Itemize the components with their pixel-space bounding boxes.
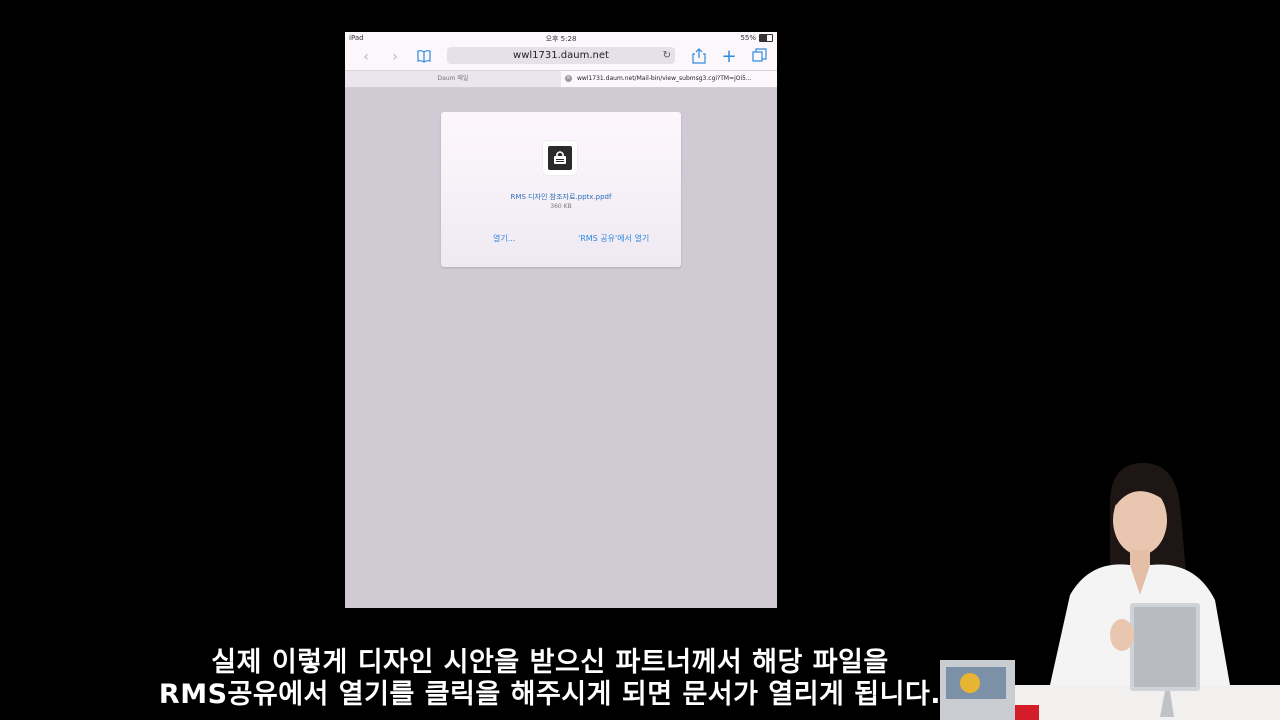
- address-bar[interactable]: wwl1731.daum.net ↻: [447, 47, 675, 64]
- file-size: 360 KB: [550, 203, 572, 210]
- rms-file-icon: [543, 141, 577, 175]
- tab-bar: Daum 메일 × wwl1731.daum.net/Mail-bin/view…: [345, 70, 777, 88]
- battery-percent: 55%: [740, 34, 756, 42]
- file-name: RMS 디자인 참조자료.pptx.ppdf: [510, 193, 612, 201]
- battery-icon: [759, 34, 773, 42]
- close-tab-icon[interactable]: ×: [565, 75, 572, 82]
- tab-label: wwl1731.daum.net/Mail-bin/view_submsg3.c…: [577, 75, 752, 82]
- safari-toolbar: ‹ › wwl1731.daum.net ↻ +: [345, 44, 777, 70]
- open-with-button[interactable]: 열기...: [493, 233, 515, 244]
- tab-label: Daum 메일: [437, 75, 469, 82]
- tabs-overview-icon[interactable]: [750, 48, 768, 66]
- tab-attachment[interactable]: × wwl1731.daum.net/Mail-bin/view_submsg3…: [561, 71, 777, 87]
- bookmarks-icon[interactable]: [415, 48, 433, 66]
- back-icon[interactable]: ‹: [357, 48, 375, 66]
- url-text: wwl1731.daum.net: [513, 50, 609, 61]
- reload-icon[interactable]: ↻: [663, 47, 671, 64]
- video-frame: iPad 오후 5:28 55% ‹ › wwl1731.daum.net ↻ …: [0, 0, 1280, 720]
- battery-fill: [760, 35, 767, 41]
- status-right: 55%: [740, 34, 773, 42]
- open-in-rms-button[interactable]: 'RMS 공유'에서 열기: [578, 233, 649, 244]
- share-icon[interactable]: [690, 48, 708, 66]
- forward-icon[interactable]: ›: [386, 48, 404, 66]
- status-bar: iPad 오후 5:28 55%: [345, 32, 777, 44]
- clock: 오후 5:28: [545, 35, 577, 43]
- new-tab-icon[interactable]: +: [720, 48, 738, 66]
- ipad-screen: iPad 오후 5:28 55% ‹ › wwl1731.daum.net ↻ …: [345, 32, 777, 608]
- file-dialog: RMS 디자인 참조자료.pptx.ppdf 360 KB 열기... 'RMS…: [441, 112, 681, 267]
- tab-daum-mail[interactable]: Daum 메일: [345, 71, 561, 87]
- subtitle-line-2: RMS공유에서 열기를 클릭을 해주시게 되면 문서가 열리게 됩니다.: [158, 679, 942, 710]
